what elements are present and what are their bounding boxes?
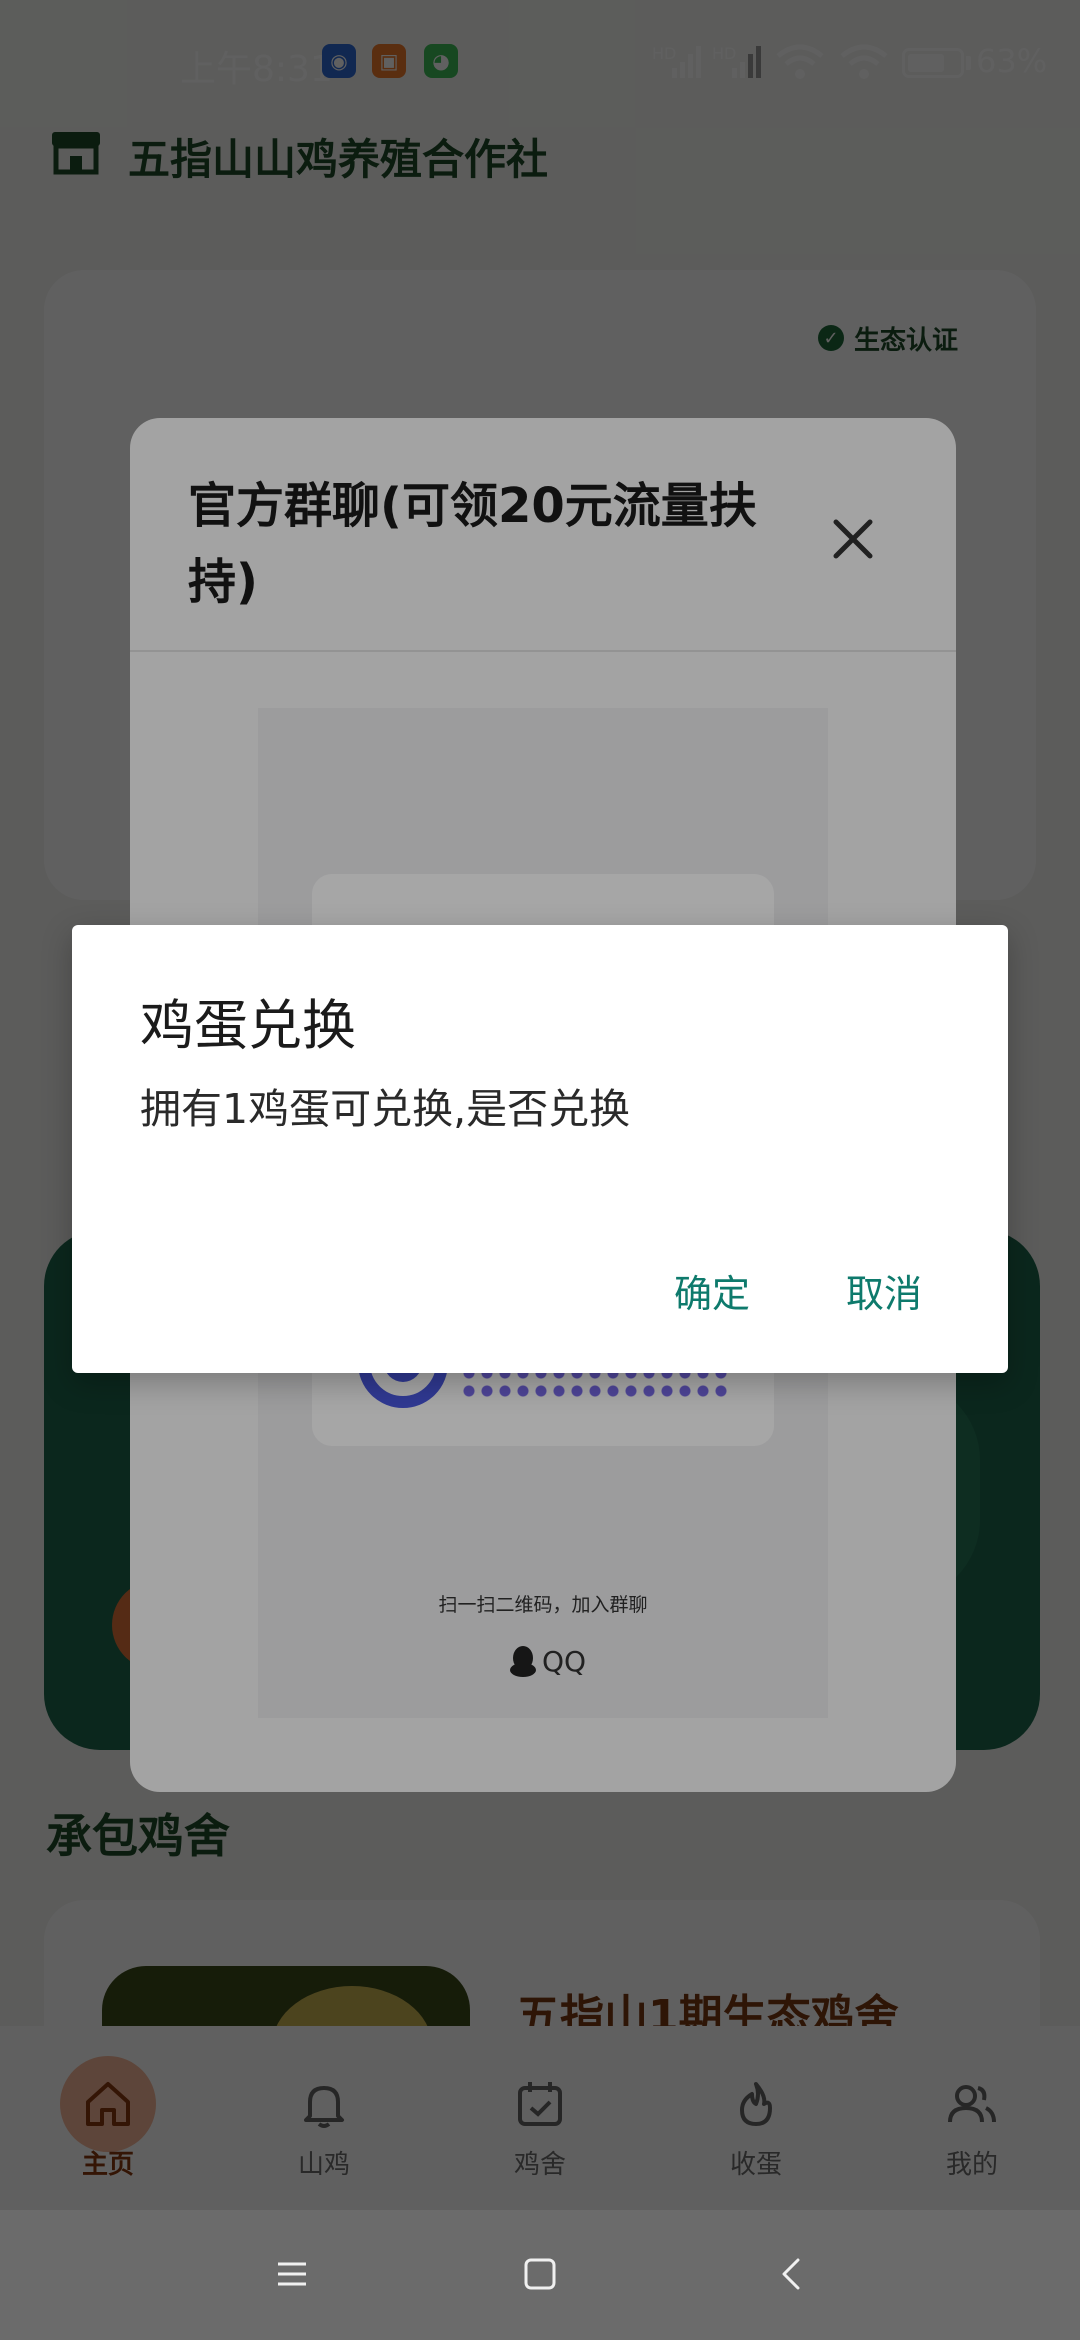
egg-exchange-dialog: 鸡蛋兑换 拥有1鸡蛋可兑换,是否兑换 确定 取消 [72,925,1008,1373]
home-nav-icon[interactable] [520,2254,560,2294]
dialog-title: 鸡蛋兑换 [140,994,356,1057]
dialog-message: 拥有1鸡蛋可兑换,是否兑换 [140,1085,631,1133]
menu-icon[interactable] [272,2254,312,2294]
system-nav-bar [0,2210,1080,2340]
cancel-button[interactable]: 取消 [824,1255,944,1325]
back-icon[interactable] [772,2254,812,2294]
confirm-button[interactable]: 确定 [652,1255,772,1325]
